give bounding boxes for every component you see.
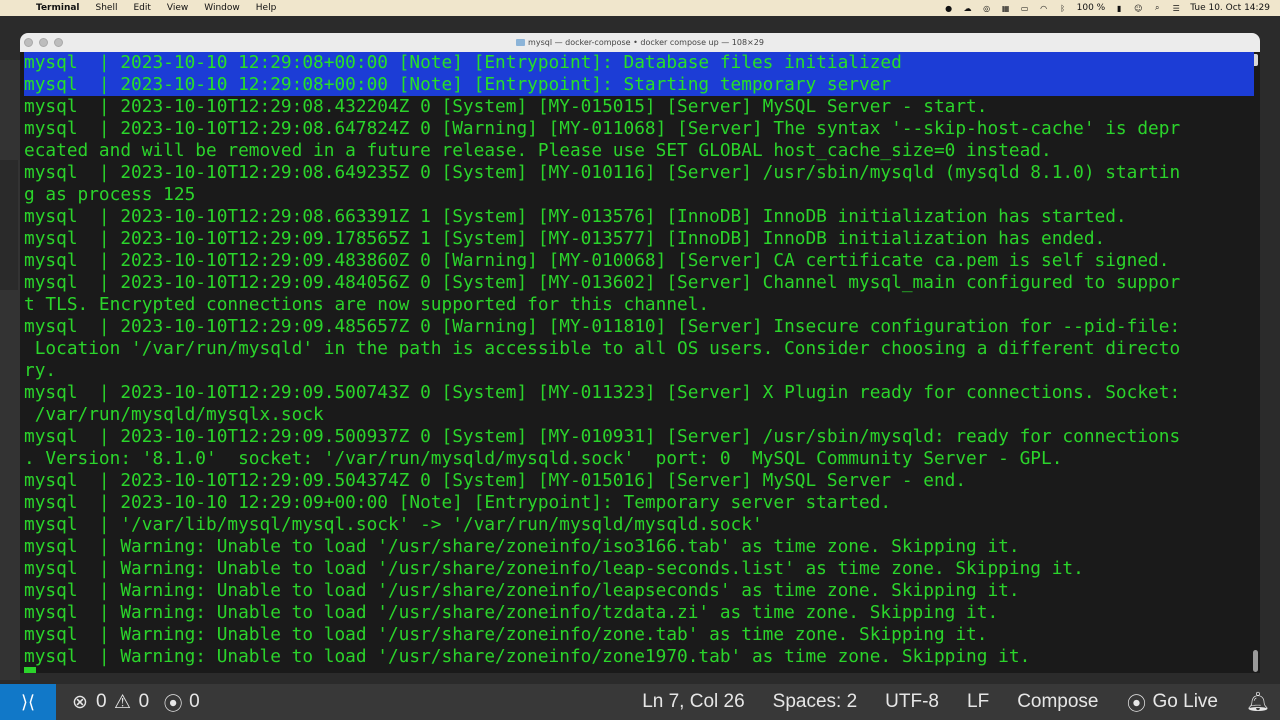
window-titlebar[interactable]: mysql — docker-compose • docker compose … <box>20 33 1260 52</box>
go-live-button[interactable]: ⦿ Go Live <box>1127 689 1218 716</box>
macos-menubar: Terminal Shell Edit View Window Help ● ☁… <box>0 0 1280 16</box>
remote-indicator-button[interactable]: ⟩⟨ <box>0 684 56 720</box>
terminal-line: mysql | Warning: Unable to load '/usr/sh… <box>24 580 1020 601</box>
terminal-line: mysql | 2023-10-10T12:29:09.504374Z 0 [S… <box>24 470 967 491</box>
warning-count: 0 <box>138 691 150 712</box>
record-icon[interactable]: ● <box>944 4 954 13</box>
grid-icon[interactable]: ▦ <box>1001 4 1011 13</box>
status-bar: ⟩⟨ ⊗ 0 ⚠ 0 ⦿ 0 Ln 7, Col 26 Spaces: 2 UT… <box>0 684 1280 720</box>
indentation-button[interactable]: Spaces: 2 <box>773 691 858 713</box>
menu-help[interactable]: Help <box>248 3 285 13</box>
control-center-icon[interactable]: ☰ <box>1171 4 1181 13</box>
terminal-line: mysql | 2023-10-10T12:29:09.500743Z 0 [S… <box>24 382 1181 403</box>
cloud-icon[interactable]: ☁ <box>963 4 973 13</box>
terminal-scrollbar[interactable] <box>1250 52 1258 673</box>
menu-app-terminal[interactable]: Terminal <box>28 3 88 13</box>
terminal-line: ecated and will be removed in a future r… <box>24 140 1052 161</box>
user-icon[interactable]: ☺ <box>1133 4 1143 13</box>
terminal-line: g as process 125 <box>24 184 196 205</box>
terminal-line: mysql | 2023-10-10T12:29:09.483860Z 0 [W… <box>24 250 1170 271</box>
warning-icon: ⚠ <box>114 691 132 713</box>
battery-percent: 100 % <box>1076 3 1106 13</box>
terminal-line: mysql | 2023-10-10T12:29:08.432204Z 0 [S… <box>24 96 988 117</box>
ports-count: 0 <box>189 691 200 712</box>
language-mode-button[interactable]: Compose <box>1017 691 1098 713</box>
terminal-line: t TLS. Encrypted connections are now sup… <box>24 294 710 315</box>
terminal-line: mysql | 2023-10-10T12:29:09.500937Z 0 [S… <box>24 426 1181 447</box>
terminal-line: mysql | 2023-10-10T12:29:08.663391Z 1 [S… <box>24 206 1127 227</box>
problems-button[interactable]: ⊗ 0 ⚠ 0 <box>70 691 149 714</box>
display-icon[interactable]: ▭ <box>1020 4 1030 13</box>
terminal-line: mysql | '/var/lib/mysql/mysql.sock' -> '… <box>24 514 763 535</box>
terminal-window: mysql — docker-compose • docker compose … <box>20 33 1260 673</box>
search-icon[interactable]: ⌕ <box>1152 3 1162 13</box>
terminal-line: mysql | Warning: Unable to load '/usr/sh… <box>24 536 1020 557</box>
terminal-line: mysql | 2023-10-10T12:29:09.178565Z 1 [S… <box>24 228 1106 249</box>
remote-icon: ⟩⟨ <box>20 691 36 712</box>
terminal-line: mysql | 2023-10-10T12:29:08.649235Z 0 [S… <box>24 162 1181 183</box>
hotspot-icon[interactable]: ◎ <box>982 4 992 13</box>
terminal-line-selected: mysql | 2023-10-10 12:29:08+00:00 [Note]… <box>24 52 1254 74</box>
terminal-line-selected: mysql | 2023-10-10 12:29:08+00:00 [Note]… <box>24 74 1254 96</box>
wifi-icon[interactable]: ◠ <box>1039 4 1049 13</box>
terminal-line: . Version: '8.1.0' socket: '/var/run/mys… <box>24 448 1063 469</box>
eol-button[interactable]: LF <box>967 691 989 713</box>
terminal-line: /var/run/mysqld/mysqlx.sock <box>24 404 324 425</box>
menubar-clock[interactable]: Tue 10. Oct 14:29 <box>1190 3 1270 13</box>
terminal-line: mysql | Warning: Unable to load '/usr/sh… <box>24 602 999 623</box>
terminal-line: mysql | Warning: Unable to load '/usr/sh… <box>24 646 1031 667</box>
window-title: mysql — docker-compose • docker compose … <box>528 38 764 47</box>
go-live-label: Go Live <box>1152 691 1218 712</box>
terminal-line: mysql | 2023-10-10 12:29:09+00:00 [Note]… <box>24 492 892 513</box>
error-count: 0 <box>96 691 107 712</box>
terminal-line: mysql | 2023-10-10T12:29:08.647824Z 0 [W… <box>24 118 1181 139</box>
encoding-button[interactable]: UTF-8 <box>885 691 939 713</box>
terminal-line: mysql | Warning: Unable to load '/usr/sh… <box>24 624 988 645</box>
terminal-line: mysql | 2023-10-10T12:29:09.484056Z 0 [S… <box>24 272 1181 293</box>
cursor-position-button[interactable]: Ln 7, Col 26 <box>642 691 744 713</box>
terminal-line: Location '/var/run/mysqld' in the path i… <box>24 338 1181 359</box>
broadcast-icon: ⦿ <box>163 693 183 715</box>
folder-icon <box>516 39 526 46</box>
ports-button[interactable]: ⦿ 0 <box>163 689 200 716</box>
error-icon: ⊗ <box>72 691 88 713</box>
menu-window[interactable]: Window <box>196 3 248 13</box>
terminal-line: ry. <box>24 360 57 381</box>
bluetooth-icon[interactable]: ᛒ <box>1058 4 1068 13</box>
terminal-line: mysql | Warning: Unable to load '/usr/sh… <box>24 558 1084 579</box>
scrollbar-thumb[interactable] <box>1253 650 1258 672</box>
terminal-line: mysql | 2023-10-10T12:29:09.485657Z 0 [W… <box>24 316 1181 337</box>
menu-shell[interactable]: Shell <box>88 3 126 13</box>
bell-icon[interactable]: 🔔︎ <box>1246 690 1270 714</box>
broadcast-icon: ⦿ <box>1127 693 1147 715</box>
battery-icon[interactable]: ▮ <box>1114 4 1124 13</box>
background-editor-edge <box>0 60 20 680</box>
menu-view[interactable]: View <box>159 3 196 13</box>
terminal-output[interactable]: mysql | 2023-10-10 12:29:08+00:00 [Note]… <box>20 52 1260 673</box>
menu-edit[interactable]: Edit <box>125 3 158 13</box>
